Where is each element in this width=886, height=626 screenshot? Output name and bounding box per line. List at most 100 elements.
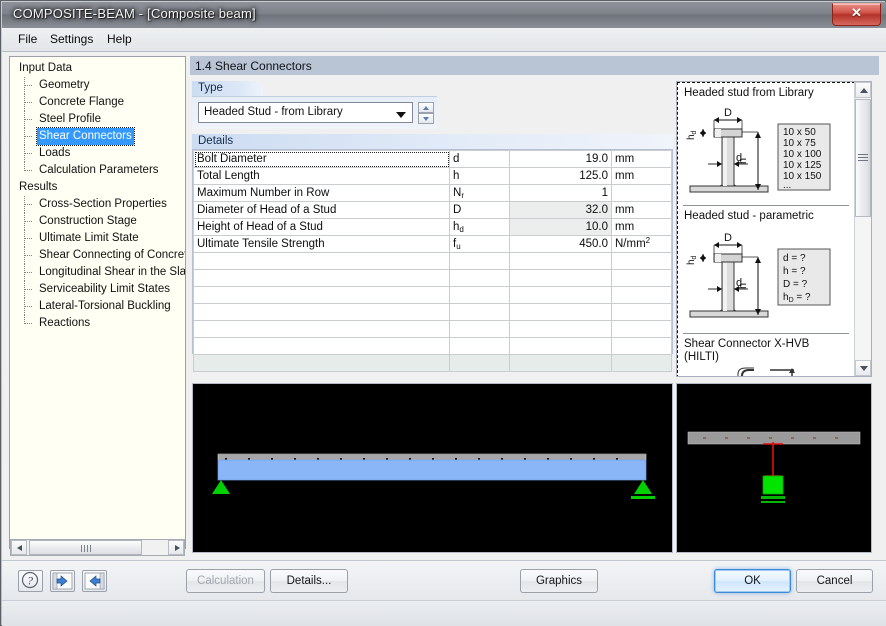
- row-symbol: [449, 320, 510, 338]
- row-description[interactable]: Bolt Diameter: [193, 150, 450, 168]
- sidebar-item-longitudinal-shear-in-the-slab[interactable]: Longitudinal Shear in the Slab: [10, 264, 185, 281]
- row-value[interactable]: [509, 320, 612, 338]
- row-symbol: [449, 269, 510, 287]
- row-symbol: D: [449, 201, 510, 219]
- row-description[interactable]: [193, 303, 450, 321]
- sidebar-item-lateral-torsional-buckling[interactable]: Lateral-Torsional Buckling: [10, 298, 185, 315]
- param-line-4: hD = ?: [783, 292, 811, 304]
- cross-section-view[interactable]: [676, 383, 872, 553]
- menu-help[interactable]: Help: [101, 32, 138, 48]
- scroll-right-icon[interactable]: [168, 540, 184, 555]
- window-title: COMPOSITE-BEAM - [Composite beam]: [13, 6, 256, 21]
- table-row[interactable]: Maximum Number in Row Nr 1: [193, 184, 672, 202]
- row-unit: [611, 252, 672, 270]
- row-value[interactable]: [509, 303, 612, 321]
- sidebar-item-geometry[interactable]: Geometry: [10, 77, 185, 94]
- menu-file[interactable]: File: [12, 32, 43, 48]
- sidebar-item-concrete-flange[interactable]: Concrete Flange: [10, 94, 185, 111]
- scroll-down-icon[interactable]: [855, 360, 871, 376]
- sidebar-item-label: Shear Connecting of Concrete F: [39, 249, 185, 261]
- table-row-empty[interactable]: [193, 252, 672, 270]
- table-row[interactable]: Total Length h 125.0 mm: [193, 167, 672, 185]
- table-row[interactable]: Height of Head of a Stud hd 10.0 mm: [193, 218, 672, 236]
- scroll-up-icon[interactable]: [855, 82, 871, 98]
- details-button[interactable]: Details...: [270, 569, 348, 593]
- row-description[interactable]: [193, 286, 450, 304]
- scrollbar-thumb[interactable]: [29, 540, 142, 555]
- table-row[interactable]: Bolt Diameter d 19.0 mm: [193, 150, 672, 168]
- param-line-3: D = ?: [783, 279, 808, 290]
- row-description[interactable]: [193, 337, 450, 355]
- calculation-button[interactable]: Calculation: [186, 569, 265, 593]
- row-value[interactable]: [509, 286, 612, 304]
- row-description[interactable]: [193, 269, 450, 287]
- row-value[interactable]: [509, 337, 612, 355]
- table-row-empty[interactable]: [193, 286, 672, 304]
- previous-dialog-button[interactable]: [50, 570, 75, 592]
- illustration-headed-stud-library[interactable]: Headed stud from Library D hd d h 10 x 5…: [678, 83, 854, 205]
- row-description[interactable]: Ultimate Tensile Strength: [193, 235, 450, 253]
- menu-settings[interactable]: Settings: [44, 32, 99, 48]
- tree-horizontal-scrollbar[interactable]: [10, 539, 185, 556]
- scrollbar-thumb[interactable]: [855, 99, 871, 217]
- sidebar-item-serviceability-limit-states[interactable]: Serviceability Limit States: [10, 281, 185, 298]
- tree-group-results[interactable]: Results: [10, 179, 185, 196]
- table-row-empty[interactable]: [193, 337, 672, 355]
- table-row-empty[interactable]: [193, 303, 672, 321]
- row-description[interactable]: [193, 252, 450, 270]
- sidebar-item-steel-profile[interactable]: Steel Profile: [10, 111, 185, 128]
- next-dialog-button[interactable]: [82, 570, 107, 592]
- sidebar-item-cross-section-properties[interactable]: Cross-Section Properties: [10, 196, 185, 213]
- row-description[interactable]: [193, 320, 450, 338]
- row-symbol: [449, 303, 510, 321]
- row-value[interactable]: 32.0: [509, 201, 612, 219]
- row-description[interactable]: Height of Head of a Stud: [193, 218, 450, 236]
- row-description[interactable]: Diameter of Head of a Stud: [193, 201, 450, 219]
- connector-type-illustrations[interactable]: Headed stud from Library D hd d h 10 x 5…: [676, 81, 872, 377]
- navigation-tree[interactable]: Input Data Geometry Concrete Flange Stee…: [9, 56, 186, 549]
- type-dropdown[interactable]: Headed Stud - from Library: [198, 102, 413, 123]
- sidebar-item-shear-connectors[interactable]: Shear Connectors: [10, 127, 185, 146]
- table-row-empty[interactable]: [193, 269, 672, 287]
- page-title: 1.4 Shear Connectors: [195, 59, 312, 73]
- illustration-headed-stud-parametric[interactable]: Headed stud - parametric D hd d h d = ? …: [678, 206, 854, 333]
- scroll-left-icon[interactable]: [11, 540, 27, 555]
- row-value[interactable]: 125.0: [509, 167, 612, 185]
- details-table[interactable]: Bolt Diameter d 19.0 mm Total Length h 125.0 mm…: [192, 149, 673, 372]
- row-description[interactable]: Maximum Number in Row: [193, 184, 450, 202]
- row-value[interactable]: 10.0: [509, 218, 612, 236]
- graphics-button[interactable]: Graphics: [520, 569, 598, 593]
- row-value[interactable]: 450.0: [509, 235, 612, 253]
- sidebar-item-label: Concrete Flange: [39, 96, 125, 108]
- row-value[interactable]: [509, 252, 612, 270]
- illustration-shear-connector-xhvb[interactable]: Shear Connector X-HVB (HILTI): [678, 334, 854, 376]
- sidebar-item-calculation-parameters[interactable]: Calculation Parameters: [10, 162, 185, 179]
- sidebar-item-shear-connecting-of-concrete[interactable]: Shear Connecting of Concrete F: [10, 247, 185, 264]
- spinner-up-icon[interactable]: [418, 102, 434, 113]
- row-description[interactable]: Total Length: [193, 167, 450, 185]
- sidebar-item-loads[interactable]: Loads: [10, 145, 185, 162]
- sidebar-item-ultimate-limit-state[interactable]: Ultimate Limit State: [10, 230, 185, 247]
- title-bar: COMPOSITE-BEAM - [Composite beam] ✕: [2, 2, 886, 28]
- type-spinner[interactable]: [418, 102, 434, 124]
- sidebar-item-reactions[interactable]: Reactions: [10, 315, 185, 332]
- help-icon-button[interactable]: ?: [18, 570, 43, 592]
- table-row[interactable]: Diameter of Head of a Stud D 32.0 mm: [193, 201, 672, 219]
- row-value[interactable]: 1: [509, 184, 612, 202]
- row-value[interactable]: 19.0: [509, 150, 612, 168]
- library-size-1: 10 x 50: [783, 127, 816, 138]
- illustration-vertical-scrollbar[interactable]: [854, 82, 871, 376]
- sidebar-item-construction-stage[interactable]: Construction Stage: [10, 213, 185, 230]
- close-button[interactable]: ✕: [832, 3, 881, 26]
- ok-button[interactable]: OK: [714, 569, 791, 593]
- row-value[interactable]: [509, 269, 612, 287]
- table-row-empty[interactable]: [193, 320, 672, 338]
- headed-stud-parametric-diagram: D hd d h d = ? h = ? D = ? hD = ?: [686, 232, 831, 318]
- spinner-down-icon[interactable]: [418, 113, 434, 124]
- row-description: [193, 354, 450, 372]
- table-row[interactable]: Ultimate Tensile Strength fu 450.0 N/mm2: [193, 235, 672, 253]
- tree-group-input-data[interactable]: Input Data: [10, 60, 185, 77]
- chevron-down-icon: [396, 112, 406, 118]
- cancel-button[interactable]: Cancel: [796, 569, 873, 593]
- beam-elevation-view[interactable]: [192, 383, 673, 553]
